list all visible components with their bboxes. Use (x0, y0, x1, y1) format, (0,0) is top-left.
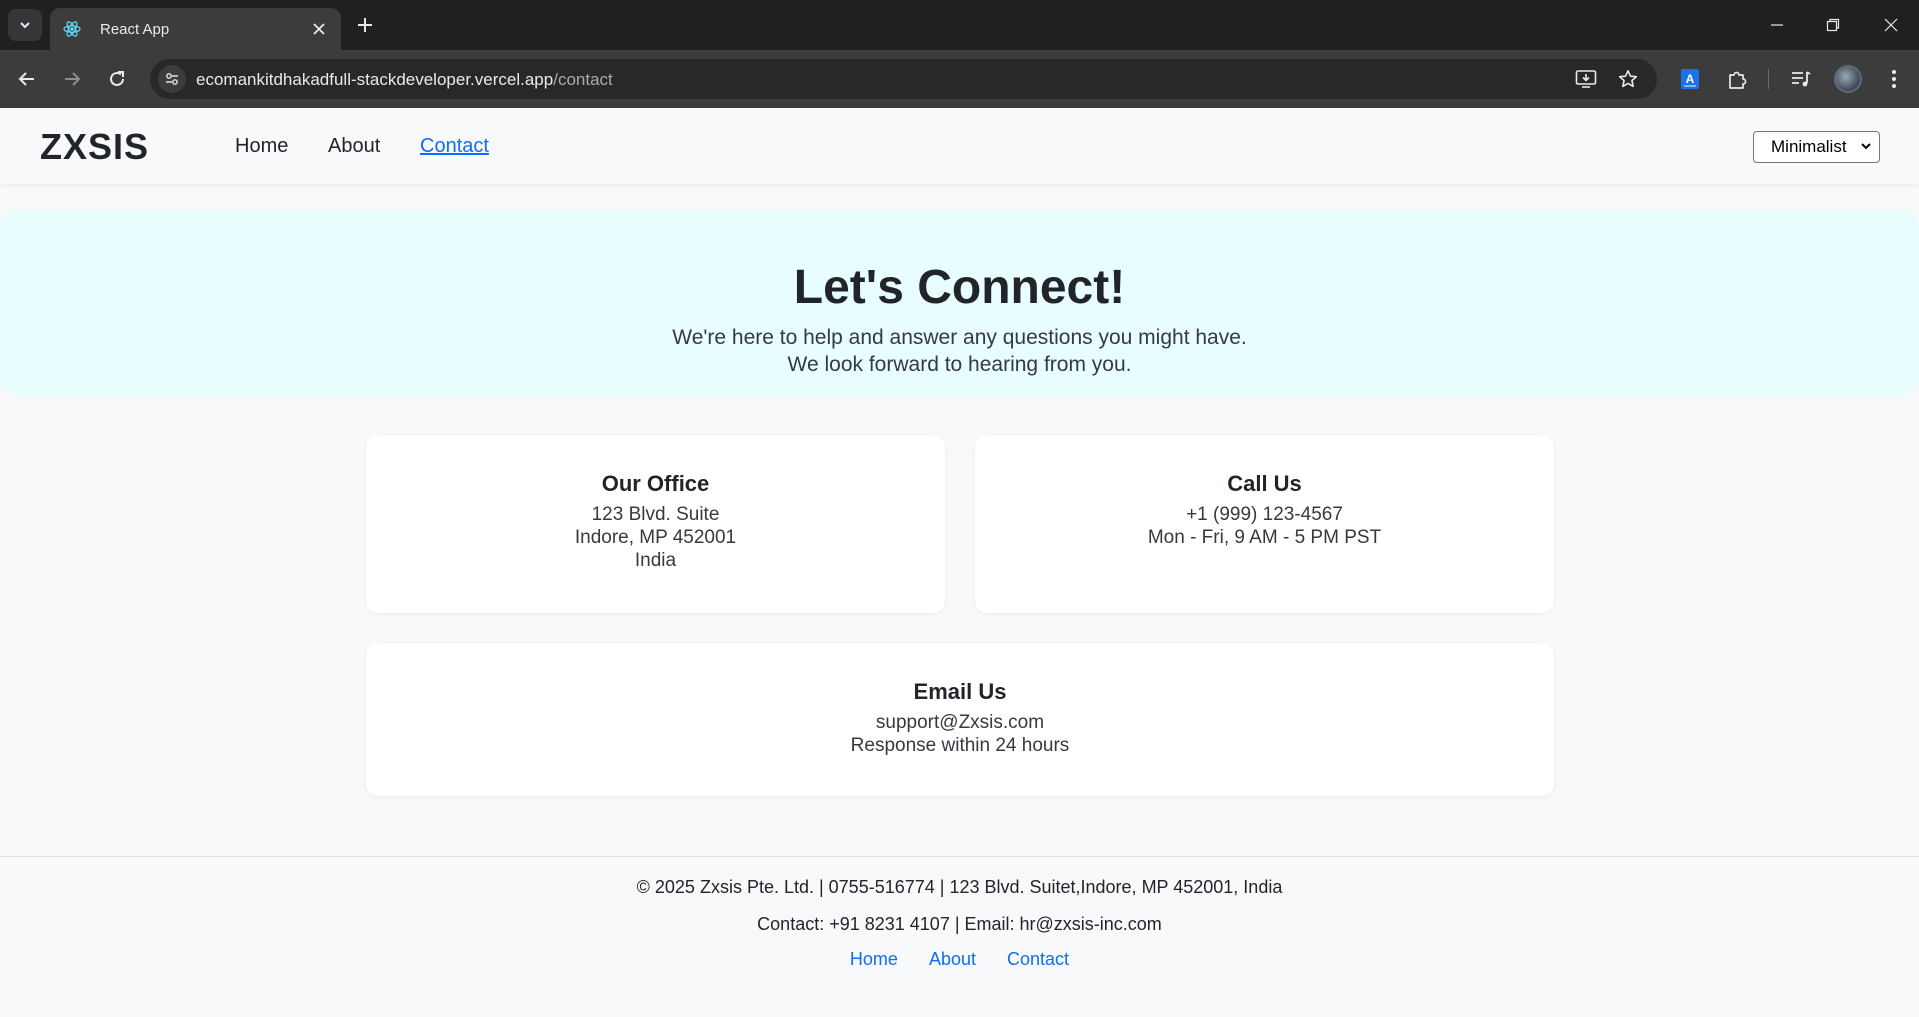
bookmark-button[interactable] (1616, 67, 1640, 91)
response-time: Response within 24 hours (850, 735, 1070, 756)
install-app-button[interactable] (1574, 67, 1598, 91)
page-content: ZXSIS Home About Contact Minimalist Let'… (0, 108, 1919, 1017)
address-bar[interactable]: ecomankitdhakadfull-stackdeveloper.verce… (150, 59, 1657, 99)
close-window-button[interactable] (1876, 10, 1906, 40)
site-navbar: ZXSIS Home About Contact Minimalist (0, 108, 1919, 184)
browser-tab[interactable]: React App (50, 8, 341, 50)
card-title: Call Us (1227, 471, 1302, 496)
chevron-down-icon (20, 22, 30, 29)
footer-link-contact[interactable]: Contact (1007, 949, 1069, 969)
restore-icon (1826, 18, 1840, 32)
media-control-icon (1792, 71, 1811, 87)
call-card: Call Us +1 (999) 123-4567 Mon - Fri, 9 A… (975, 435, 1554, 613)
site-logo[interactable]: ZXSIS (40, 126, 149, 168)
card-title: Our Office (601, 471, 710, 496)
hero-section: Let's Connect! We're here to help and an… (0, 210, 1919, 395)
site-info-button[interactable] (158, 65, 186, 93)
hero-title: Let's Connect! (793, 261, 1126, 314)
tab-title: React App (100, 20, 170, 38)
theme-select-value: Minimalist (1771, 137, 1847, 156)
minimize-button[interactable] (1762, 10, 1792, 40)
footer-link-about[interactable]: About (929, 949, 976, 969)
card-line: Indore, MP 452001 (574, 527, 737, 548)
url-domain: ecomankitdhakadfull-stackdeveloper.verce… (196, 70, 554, 89)
translate-icon: A (1681, 69, 1699, 89)
tune-icon (166, 73, 178, 85)
new-tab-button[interactable] (352, 12, 378, 38)
puzzle-icon (1729, 71, 1747, 89)
back-button[interactable] (11, 63, 43, 95)
nav-link-home[interactable]: Home (235, 135, 288, 158)
avatar[interactable] (1834, 65, 1862, 93)
svg-text:A: A (1686, 72, 1695, 86)
support-email: support@Zxsis.com (875, 712, 1045, 733)
footer-copyright: © 2025 Zxsis Pte. Ltd. | 0755-516774 | 1… (636, 877, 1283, 897)
install-icon (1575, 70, 1597, 88)
star-icon (1618, 70, 1638, 88)
phone-number: +1 (999) 123-4567 (1186, 504, 1343, 525)
browser-toolbar: ecomankitdhakadfull-stackdeveloper.verce… (0, 50, 1919, 108)
close-icon (1884, 18, 1898, 32)
email-card: Email Us support@Zxsis.com Response with… (366, 643, 1554, 796)
nav-link-about[interactable]: About (328, 135, 380, 158)
arrow-right-icon (65, 72, 81, 86)
card-line: 123 Blvd. Suite (591, 504, 720, 525)
footer-contact: Contact: +91 8231 4107 | Email: hr@zxsis… (757, 914, 1162, 934)
react-icon (62, 19, 82, 39)
card-title: Email Us (913, 679, 1007, 704)
site-footer: © 2025 Zxsis Pte. Ltd. | 0755-516774 | 1… (0, 856, 1919, 1017)
hero-subtitle-line: We're here to help and answer any questi… (672, 326, 1247, 349)
hero-subtitle-line: We look forward to hearing from you. (787, 353, 1132, 376)
reload-button[interactable] (101, 63, 133, 95)
kebab-menu-icon (1892, 70, 1896, 88)
nav-link-contact[interactable]: Contact (420, 135, 489, 158)
url-text: ecomankitdhakadfull-stackdeveloper.verce… (196, 70, 613, 90)
office-hours: Mon - Fri, 9 AM - 5 PM PST (1147, 527, 1382, 548)
extensions-button[interactable] (1723, 65, 1751, 93)
footer-links: Home About Contact (0, 949, 1919, 970)
footer-link-home[interactable]: Home (850, 949, 898, 969)
chevron-down-icon (1861, 143, 1871, 150)
plus-icon (358, 18, 372, 32)
browser-menu-button[interactable] (1880, 65, 1908, 93)
theme-select[interactable]: Minimalist (1753, 131, 1880, 163)
extension-translate-button[interactable]: A (1676, 65, 1704, 93)
url-path: /contact (553, 70, 613, 89)
reload-icon (110, 71, 124, 86)
minimize-icon (1771, 24, 1783, 26)
forward-button[interactable] (56, 63, 88, 95)
media-controls-button[interactable] (1787, 65, 1815, 93)
restore-button[interactable] (1818, 10, 1848, 40)
browser-tab-strip: React App (0, 0, 1919, 50)
arrow-left-icon (18, 72, 34, 86)
office-card: Our Office 123 Blvd. Suite Indore, MP 45… (366, 435, 945, 613)
hero-subtitle: We're here to help and answer any questi… (0, 324, 1919, 378)
toolbar-divider (1768, 69, 1769, 89)
tab-search-button[interactable] (8, 9, 42, 41)
close-icon[interactable] (309, 19, 329, 39)
card-line: India (634, 550, 677, 571)
